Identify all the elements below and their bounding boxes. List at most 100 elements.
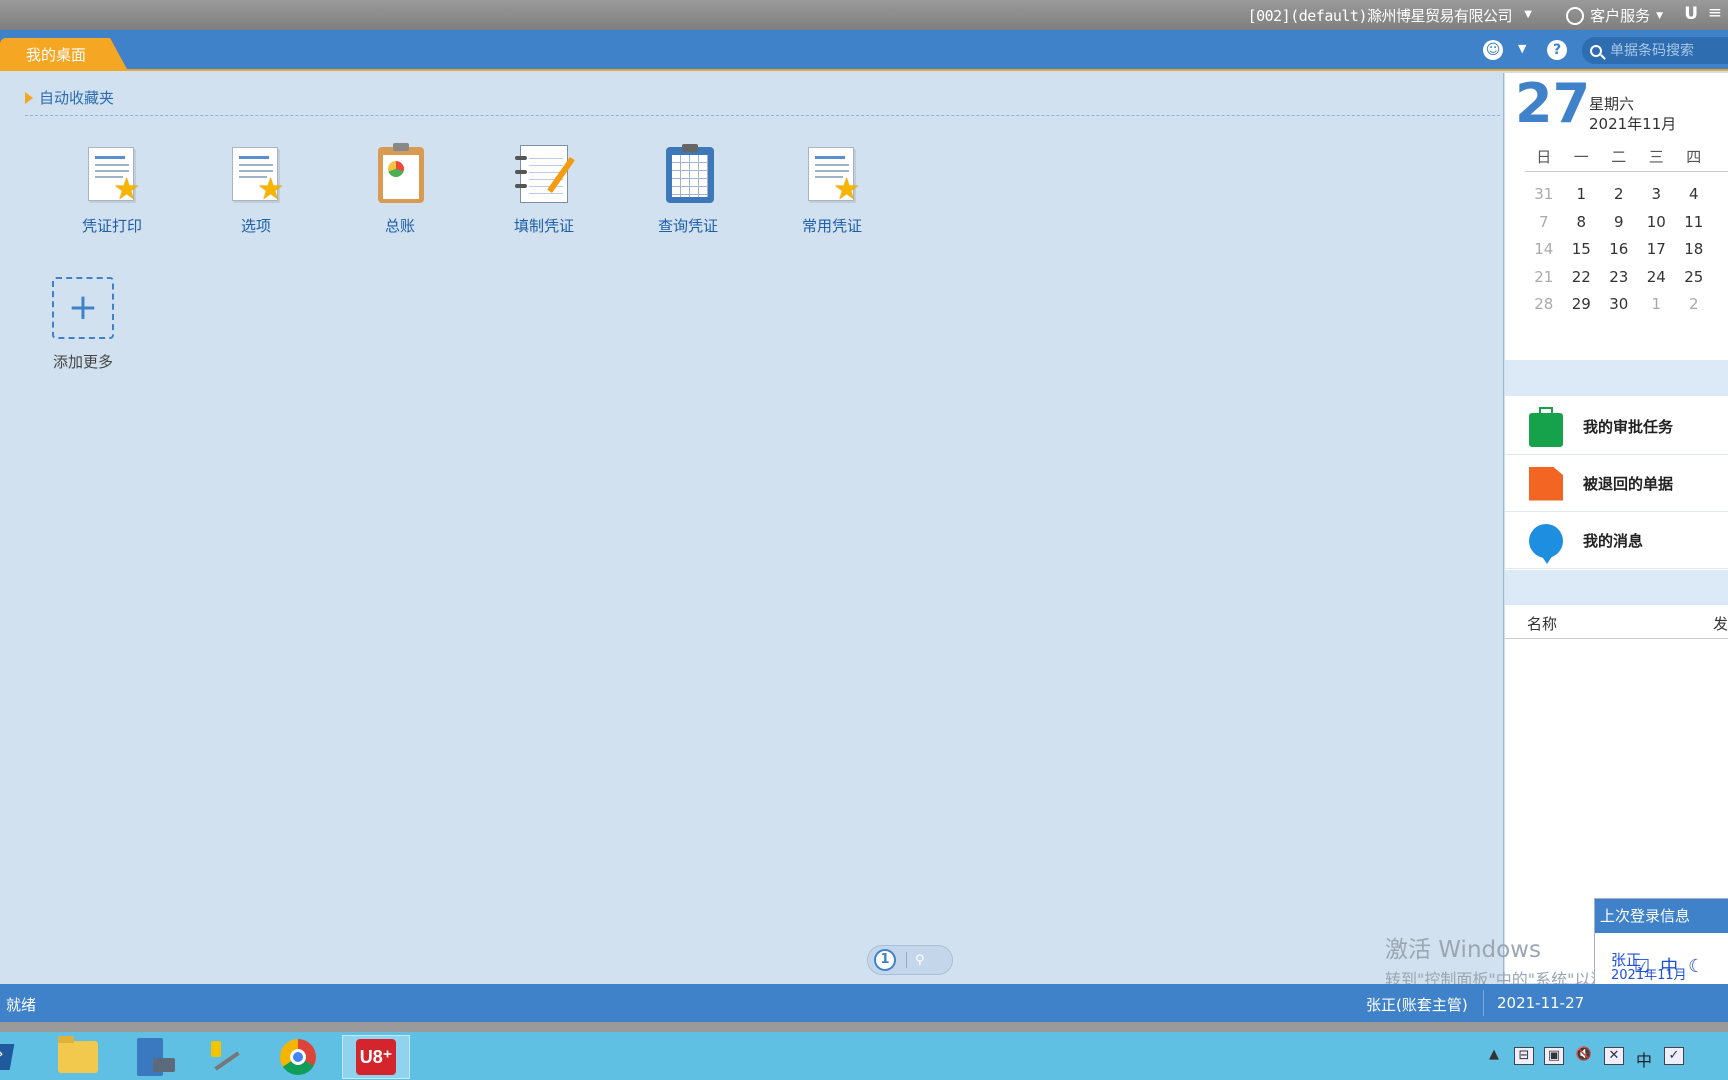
action-center-icon[interactable]: ✓ [1664,1047,1684,1065]
task-my-approvals[interactable]: 我的审批任务 [1505,399,1728,455]
customer-service-menu[interactable]: 客户服务 ▼ [1566,5,1663,26]
taskbar-chrome[interactable] [268,1035,328,1079]
calendar-week: 28 29 30 1 2 [1525,295,1728,323]
panel-separator [1505,570,1728,605]
calendar-date[interactable]: 1 [1563,185,1601,213]
page-button[interactable]: 1 [874,949,896,971]
favorites-tiles: ★ 凭证打印 ★ 选项 总账 填制凭证 查询凭证 ★ 常用凭证 [40,141,904,236]
calendar-date[interactable]: 1 [1638,295,1676,323]
tile-label: 填制凭证 [513,217,574,235]
calendar-day: 27 [1515,73,1591,135]
status-bar: 就绪 张正(账套主管) 2021-11-27 [0,984,1728,1022]
system-tray: ▲ ⊟ ▣ 🔇 ✕ 中 ✓ [1484,1032,1684,1080]
calendar-date[interactable]: 29 [1563,295,1601,323]
auto-favorites-header[interactable]: 自动收藏夹 [25,87,114,108]
ime-moon-icon[interactable]: ☾ [1688,956,1704,977]
tile-label: 查询凭证 [657,217,718,235]
folder-icon [58,1036,98,1073]
divider [906,952,907,968]
network-icon[interactable]: ⊟ [1514,1047,1534,1065]
login-info-title: 上次登录信息 [1595,899,1728,933]
storage-icon[interactable]: ▣ [1544,1047,1564,1065]
calendar-date[interactable]: 3 [1638,185,1676,213]
calendar-date[interactable]: 18 [1675,240,1713,268]
company-name[interactable]: [002](default)滁州博星贸易有限公司 [1248,5,1513,26]
column-name[interactable]: 名称 [1527,613,1557,634]
volume-muted-icon[interactable]: 🔇 [1574,1047,1594,1065]
calendar-date[interactable]: 7 [1525,213,1563,241]
u-menu-button[interactable]: U [1684,4,1698,24]
chat-bubble-icon [1529,523,1563,564]
options-icon: ★ [224,141,288,207]
calendar-date[interactable]: 15 [1563,240,1601,268]
status-user: 张正(账套主管) [1366,996,1468,1014]
tab-my-desktop[interactable]: 我的桌面 [0,38,128,71]
calendar-date[interactable]: 16 [1600,240,1638,268]
right-panel: 27 星期六 2021年11月 日 一 二 三 四 31 1 2 3 4 7 8… [1505,73,1728,983]
calendar-date[interactable]: 2 [1675,295,1713,323]
auto-favorites-label: 自动收藏夹 [39,89,115,107]
weekday-header: 二 [1611,148,1627,166]
tray-expand-icon[interactable]: ▲ [1484,1047,1504,1065]
tile-fill-voucher[interactable]: 填制凭证 [472,141,616,236]
weekday-header: 四 [1686,148,1702,166]
tile-general-ledger[interactable]: 总账 [328,141,472,236]
briefcase-icon [1529,406,1563,447]
tile-common-voucher[interactable]: ★ 常用凭证 [760,141,904,236]
tile-label: 凭证打印 [81,217,142,235]
taskbar-u8[interactable]: U8⁺ [342,1035,410,1079]
tile-query-voucher[interactable]: 查询凭证 [616,141,760,236]
calendar-date[interactable]: 4 [1675,185,1713,213]
taskbar-file-explorer[interactable] [48,1035,108,1079]
tile-voucher-print[interactable]: ★ 凭证打印 [40,141,184,236]
add-more-button[interactable]: + 添加更多 [52,277,114,372]
smiley-icon[interactable]: ☺ [1483,40,1503,60]
tile-label: 常用凭证 [801,217,862,235]
taskbar-server-manager[interactable] [120,1035,180,1079]
document-icon [1529,466,1563,501]
calendar-date[interactable]: 28 [1525,295,1563,323]
calendar-date[interactable]: 24 [1638,268,1676,296]
calendar-date[interactable]: 21 [1525,268,1563,296]
company-dropdown-icon[interactable]: ▼ [1524,9,1532,20]
ime-mode[interactable]: 中 [1660,953,1678,979]
task-my-messages[interactable]: 我的消息 [1505,513,1728,569]
plus-icon: + [52,277,114,339]
headset-icon [1566,6,1585,25]
task-label: 被退回的单据 [1583,475,1674,493]
search-icon[interactable] [1590,44,1602,57]
calendar-date[interactable]: 31 [1525,185,1563,213]
calendar-date[interactable]: 22 [1563,268,1601,296]
barcode-search-input[interactable] [1610,42,1725,59]
calendar-date[interactable]: 10 [1638,213,1676,241]
ime-toggle-icon[interactable]: ☑ [1634,956,1650,977]
calendar-date[interactable]: 17 [1638,240,1676,268]
chevron-down-icon: ▼ [1656,10,1663,21]
calendar-date[interactable]: 25 [1675,268,1713,296]
column-sender[interactable]: 发 [1713,613,1728,634]
list-header: 名称 发 [1505,605,1728,639]
calendar-date[interactable]: 30 [1600,295,1638,323]
pin-icon[interactable]: ⚲ [915,953,925,968]
calendar-date[interactable]: 23 [1600,268,1638,296]
taskbar-admin-tools[interactable] [195,1035,255,1079]
help-icon[interactable]: ? [1547,40,1567,60]
menu-icon[interactable]: ≡ [1708,3,1722,23]
divider [25,115,1500,116]
weekday-header: 一 [1573,148,1589,166]
customer-service-label: 客户服务 [1590,7,1651,25]
chevron-down-icon[interactable]: ▼ [1518,42,1526,55]
calendar-date[interactable]: 2 [1600,185,1638,213]
calendar-date[interactable]: 14 [1525,240,1563,268]
notification-icon[interactable]: ✕ [1604,1047,1624,1065]
tray-ime-mode[interactable]: 中 [1634,1047,1654,1070]
calendar-date[interactable]: 11 [1675,213,1713,241]
weekday-header: 三 [1648,148,1664,166]
taskbar-powershell[interactable]: › [0,1035,24,1079]
calendar-date[interactable]: 8 [1563,213,1601,241]
calendar-date[interactable]: 9 [1600,213,1638,241]
task-label: 我的消息 [1583,532,1644,550]
task-returned-documents[interactable]: 被退回的单据 [1505,456,1728,512]
general-ledger-icon [368,141,432,207]
tile-options[interactable]: ★ 选项 [184,141,328,236]
